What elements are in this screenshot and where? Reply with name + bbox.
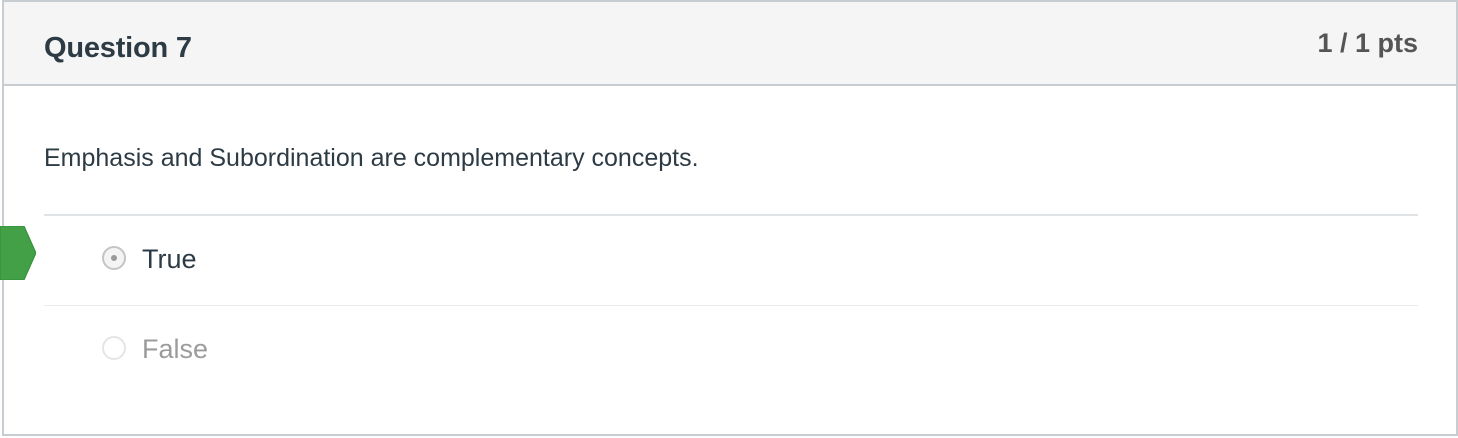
answer-option-true[interactable]: True: [44, 216, 1418, 304]
correct-answer-marker-icon: [0, 226, 36, 280]
answer-label: True: [142, 244, 197, 274]
question-points: 1 / 1 pts: [1317, 28, 1418, 58]
answer-label: False: [142, 334, 209, 364]
question-title: Question 7: [44, 32, 192, 64]
answer-option-false[interactable]: False: [44, 306, 1418, 394]
radio-unselected-icon[interactable]: [102, 336, 126, 360]
radio-dot-icon: [111, 255, 117, 261]
question-card: Question 7 1 / 1 pts Emphasis and Subord…: [2, 0, 1458, 436]
radio-selected-icon[interactable]: [102, 246, 126, 270]
question-header: Question 7 1 / 1 pts: [4, 2, 1456, 86]
question-text: Emphasis and Subordination are complemen…: [44, 144, 699, 172]
